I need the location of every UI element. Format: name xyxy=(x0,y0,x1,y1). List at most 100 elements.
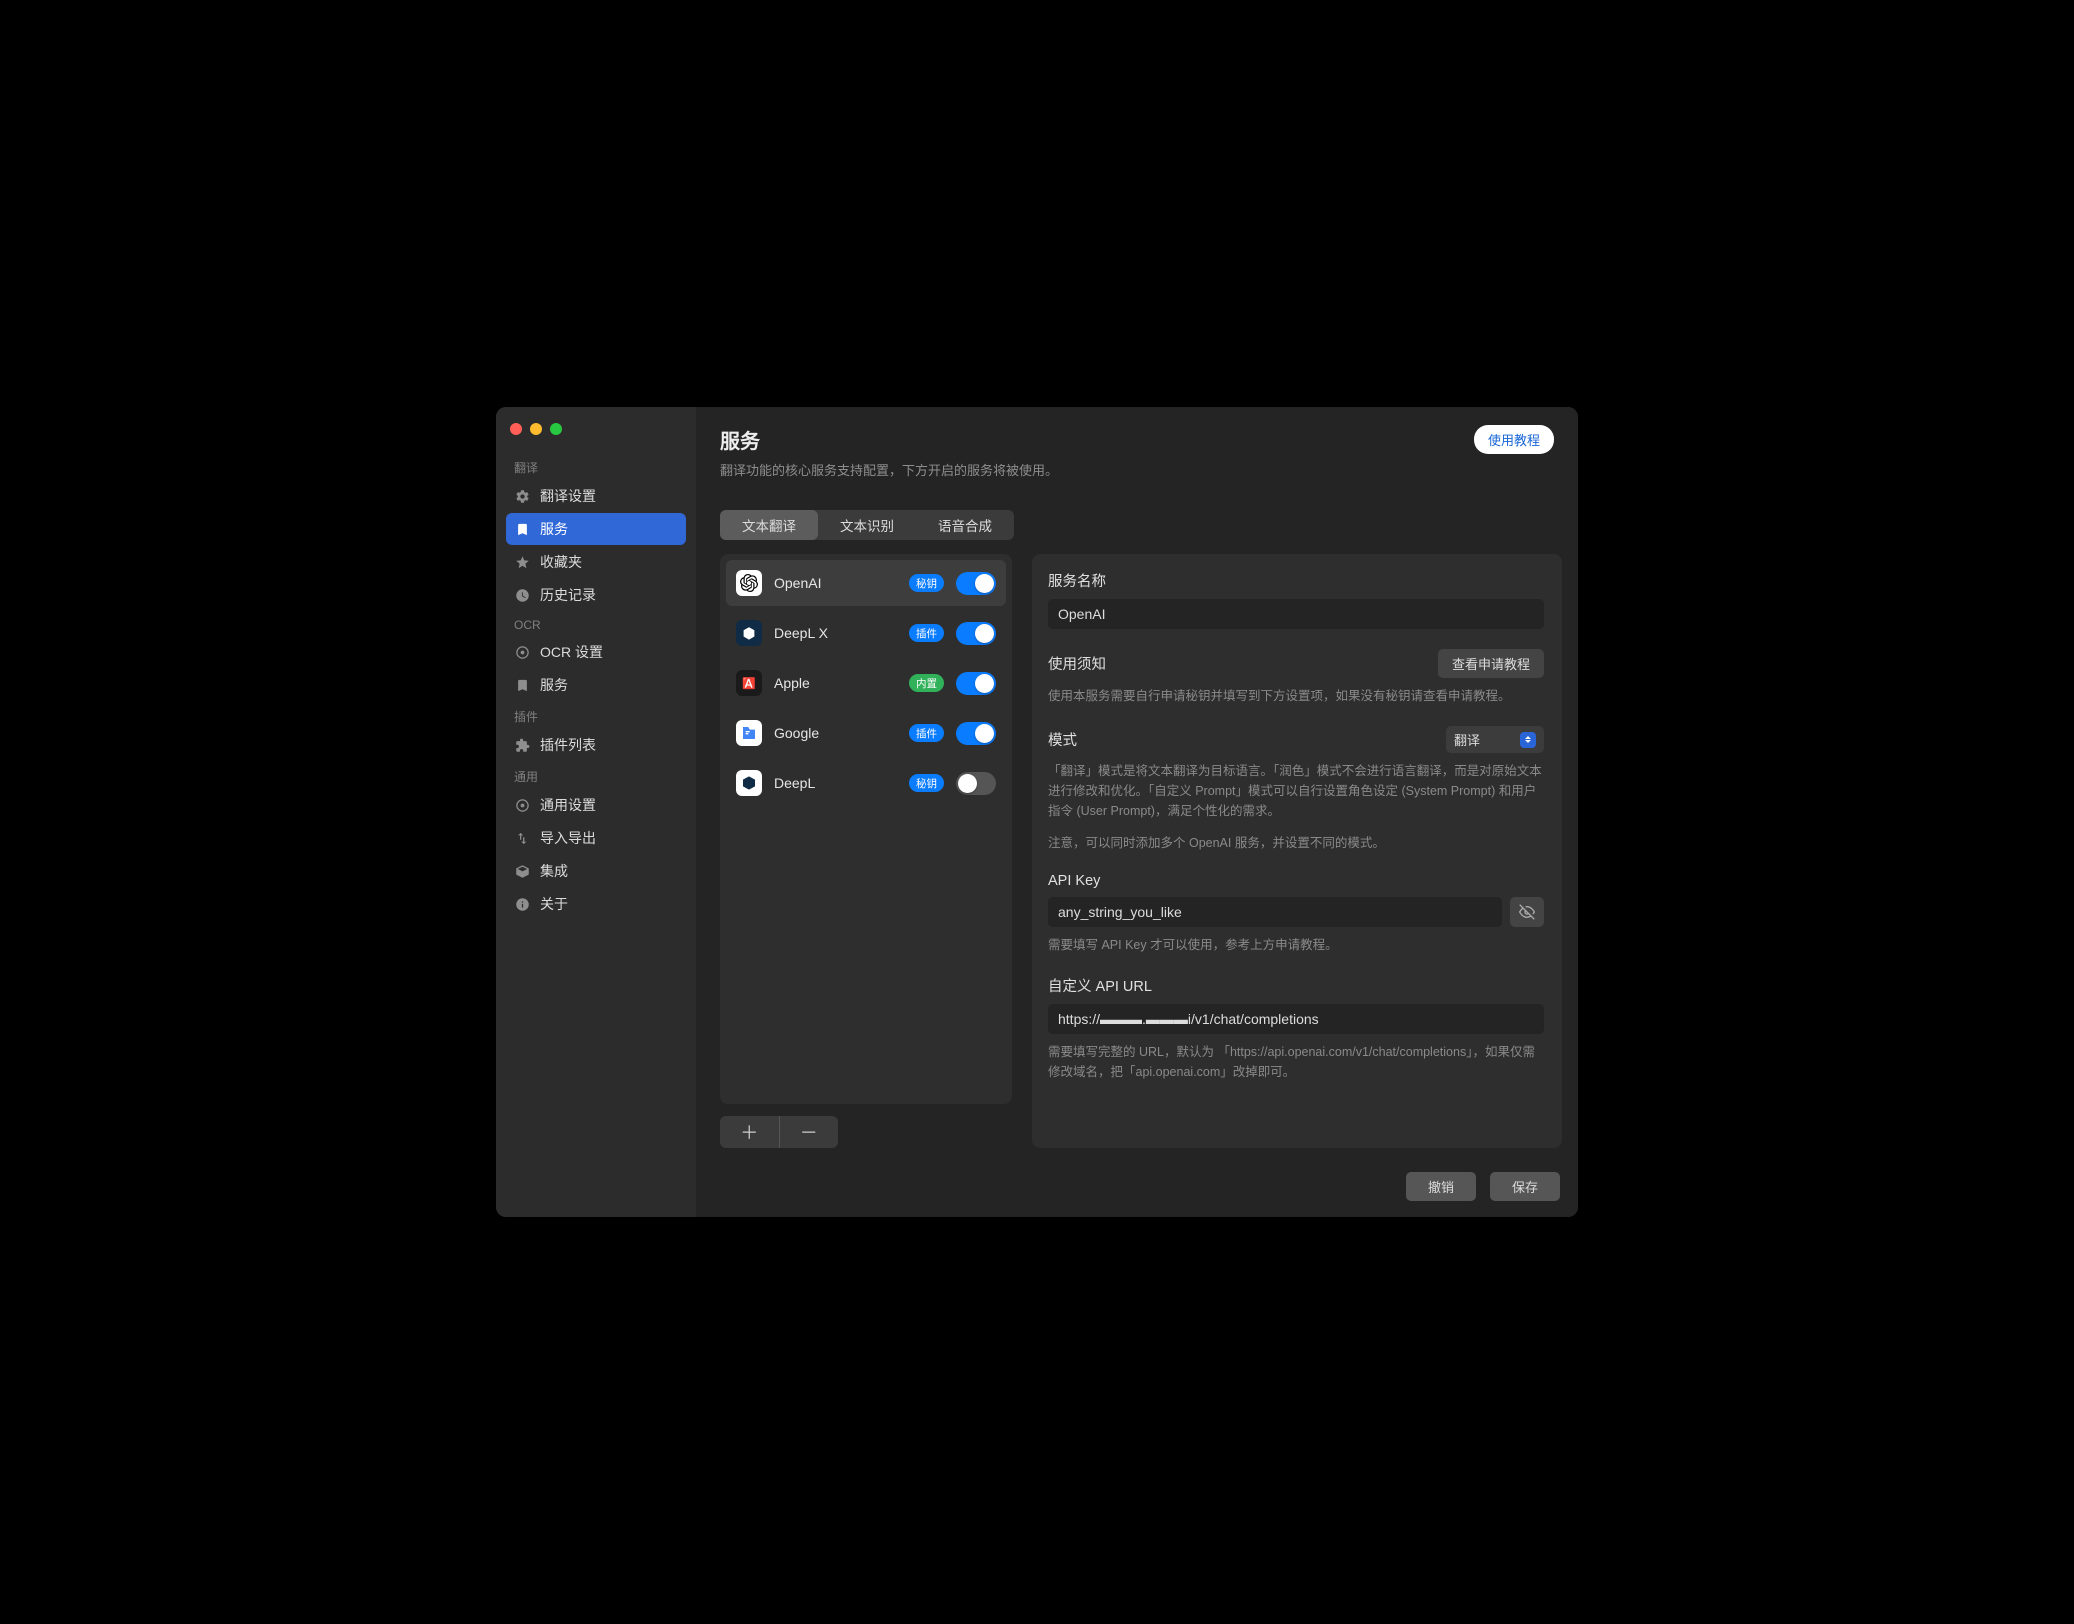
sidebar-item-label: 服务 xyxy=(540,519,568,539)
sidebar-section-label: 翻译 xyxy=(506,453,686,480)
target-icon xyxy=(514,797,530,813)
service-toggle[interactable] xyxy=(956,572,996,595)
sidebar-item-历史记录[interactable]: 历史记录 xyxy=(506,579,686,611)
service-name-label: Google xyxy=(774,725,897,741)
sidebar-item-label: 收藏夹 xyxy=(540,552,582,572)
sidebar-item-服务[interactable]: 服务 xyxy=(506,513,686,545)
google-icon xyxy=(736,720,762,746)
deeplx-icon: ⬢ xyxy=(736,620,762,646)
cancel-button[interactable]: 撤销 xyxy=(1406,1172,1476,1201)
mode-help: 「翻译」模式是将文本翻译为目标语言。「润色」模式不会进行语言翻译，而是对原始文本… xyxy=(1048,761,1544,821)
remove-service-button[interactable]: － xyxy=(780,1116,839,1148)
content: 服务 翻译功能的核心服务支持配置，下方开启的服务将被使用。 使用教程 文本翻译文… xyxy=(696,407,1578,1217)
sidebar-item-插件列表[interactable]: 插件列表 xyxy=(506,729,686,761)
page-subtitle: 翻译功能的核心服务支持配置，下方开启的服务将被使用。 xyxy=(720,460,1058,479)
toggle-visibility-button[interactable] xyxy=(1510,897,1544,927)
sidebar-item-关于[interactable]: 关于 xyxy=(506,888,686,920)
service-column: OpenAI 秘钥 ⬢ DeepL X 插件 🅰️ Apple 内置 Google 插件 DeepL… xyxy=(720,554,1012,1148)
service-name-label: DeepL X xyxy=(774,625,897,641)
service-item-Google[interactable]: Google 插件 xyxy=(726,710,1006,756)
service-toggle[interactable] xyxy=(956,672,996,695)
apikey-help: 需要填写 API Key 才可以使用，参考上方申请教程。 xyxy=(1048,935,1544,955)
body: OpenAI 秘钥 ⬢ DeepL X 插件 🅰️ Apple 内置 Google 插件 DeepL… xyxy=(696,554,1578,1162)
service-toggle[interactable] xyxy=(956,722,996,745)
mode-label: 模式 xyxy=(1048,729,1077,750)
apiurl-input[interactable] xyxy=(1048,1004,1544,1034)
sidebar-item-集成[interactable]: 集成 xyxy=(506,855,686,887)
minimize-window[interactable] xyxy=(530,423,542,435)
service-item-DeepL[interactable]: DeepL 秘钥 xyxy=(726,760,1006,806)
sidebar-item-label: 服务 xyxy=(540,675,568,695)
mode-value: 翻译 xyxy=(1454,730,1480,749)
header: 服务 翻译功能的核心服务支持配置，下方开启的服务将被使用。 使用教程 xyxy=(696,407,1578,494)
maximize-window[interactable] xyxy=(550,423,562,435)
service-toggle[interactable] xyxy=(956,622,996,645)
service-toggle[interactable] xyxy=(956,772,996,795)
service-badge: 秘钥 xyxy=(909,574,944,592)
info-icon xyxy=(514,896,530,912)
sidebar-item-收藏夹[interactable]: 收藏夹 xyxy=(506,546,686,578)
clock-icon xyxy=(514,587,530,603)
page-title: 服务 xyxy=(720,425,1058,454)
sidebar-item-OCR 设置[interactable]: OCR 设置 xyxy=(506,636,686,668)
service-badge: 秘钥 xyxy=(909,774,944,792)
cube-icon xyxy=(514,863,530,879)
notice-label: 使用须知 xyxy=(1048,653,1106,674)
service-name-input[interactable] xyxy=(1048,599,1544,629)
bookmark-icon xyxy=(514,521,530,537)
footer: 撤销 保存 xyxy=(696,1162,1578,1217)
tab-文本翻译[interactable]: 文本翻译 xyxy=(720,510,818,540)
gear-icon xyxy=(514,488,530,504)
sidebar-item-label: 关于 xyxy=(540,894,568,914)
service-badge: 内置 xyxy=(909,674,944,692)
sidebar-item-label: 插件列表 xyxy=(540,735,596,755)
apiurl-help: 需要填写完整的 URL，默认为 「https://api.openai.com/… xyxy=(1048,1042,1544,1082)
service-name-label: DeepL xyxy=(774,775,897,791)
tutorial-button[interactable]: 使用教程 xyxy=(1474,425,1554,454)
add-remove-bar: ＋ － xyxy=(720,1116,838,1148)
service-detail: 服务名称 使用须知 查看申请教程 使用本服务需要自行申请秘钥并填写到下方设置项，… xyxy=(1032,554,1562,1148)
service-badge: 插件 xyxy=(909,724,944,742)
tab-文本识别[interactable]: 文本识别 xyxy=(818,510,916,540)
service-item-Apple[interactable]: 🅰️ Apple 内置 xyxy=(726,660,1006,706)
save-button[interactable]: 保存 xyxy=(1490,1172,1560,1201)
apiurl-label: 自定义 API URL xyxy=(1048,975,1544,996)
tab-语音合成[interactable]: 语音合成 xyxy=(916,510,1014,540)
service-list: OpenAI 秘钥 ⬢ DeepL X 插件 🅰️ Apple 内置 Google 插件 DeepL… xyxy=(720,554,1012,1104)
service-badge: 插件 xyxy=(909,624,944,642)
close-window[interactable] xyxy=(510,423,522,435)
eye-off-icon xyxy=(1519,904,1535,920)
window-controls xyxy=(506,419,686,453)
bookmark-icon xyxy=(514,677,530,693)
mode-help-2: 注意，可以同时添加多个 OpenAI 服务，并设置不同的模式。 xyxy=(1048,833,1544,853)
select-caret-icon xyxy=(1520,732,1536,748)
settings-window: 翻译翻译设置服务收藏夹历史记录OCROCR 设置服务插件插件列表通用通用设置导入… xyxy=(496,407,1578,1217)
sidebar-section-label: 通用 xyxy=(506,762,686,789)
sidebar-item-label: OCR 设置 xyxy=(540,642,603,662)
sidebar-item-服务[interactable]: 服务 xyxy=(506,669,686,701)
sidebar-item-label: 历史记录 xyxy=(540,585,596,605)
sidebar-sections: 翻译翻译设置服务收藏夹历史记录OCROCR 设置服务插件插件列表通用通用设置导入… xyxy=(506,453,686,920)
deepl-icon xyxy=(736,770,762,796)
service-item-OpenAI[interactable]: OpenAI 秘钥 xyxy=(726,560,1006,606)
sidebar: 翻译翻译设置服务收藏夹历史记录OCROCR 设置服务插件插件列表通用通用设置导入… xyxy=(496,407,696,1217)
notice-help: 使用本服务需要自行申请秘钥并填写到下方设置项，如果没有秘钥请查看申请教程。 xyxy=(1048,686,1544,706)
sidebar-item-label: 通用设置 xyxy=(540,795,596,815)
view-tutorial-button[interactable]: 查看申请教程 xyxy=(1438,649,1544,678)
service-name-label: Apple xyxy=(774,675,897,691)
add-service-button[interactable]: ＋ xyxy=(720,1116,779,1148)
sidebar-item-label: 导入导出 xyxy=(540,828,596,848)
openai-icon xyxy=(736,570,762,596)
apple-icon: 🅰️ xyxy=(736,670,762,696)
sidebar-section-label: 插件 xyxy=(506,702,686,729)
puzzle-icon xyxy=(514,737,530,753)
sidebar-item-通用设置[interactable]: 通用设置 xyxy=(506,789,686,821)
sidebar-item-导入导出[interactable]: 导入导出 xyxy=(506,822,686,854)
service-name-label: OpenAI xyxy=(774,575,897,591)
sidebar-item-label: 翻译设置 xyxy=(540,486,596,506)
apikey-input[interactable] xyxy=(1048,897,1502,927)
target-icon xyxy=(514,644,530,660)
mode-select[interactable]: 翻译 xyxy=(1446,726,1544,753)
sidebar-item-翻译设置[interactable]: 翻译设置 xyxy=(506,480,686,512)
service-item-DeepL X[interactable]: ⬢ DeepL X 插件 xyxy=(726,610,1006,656)
